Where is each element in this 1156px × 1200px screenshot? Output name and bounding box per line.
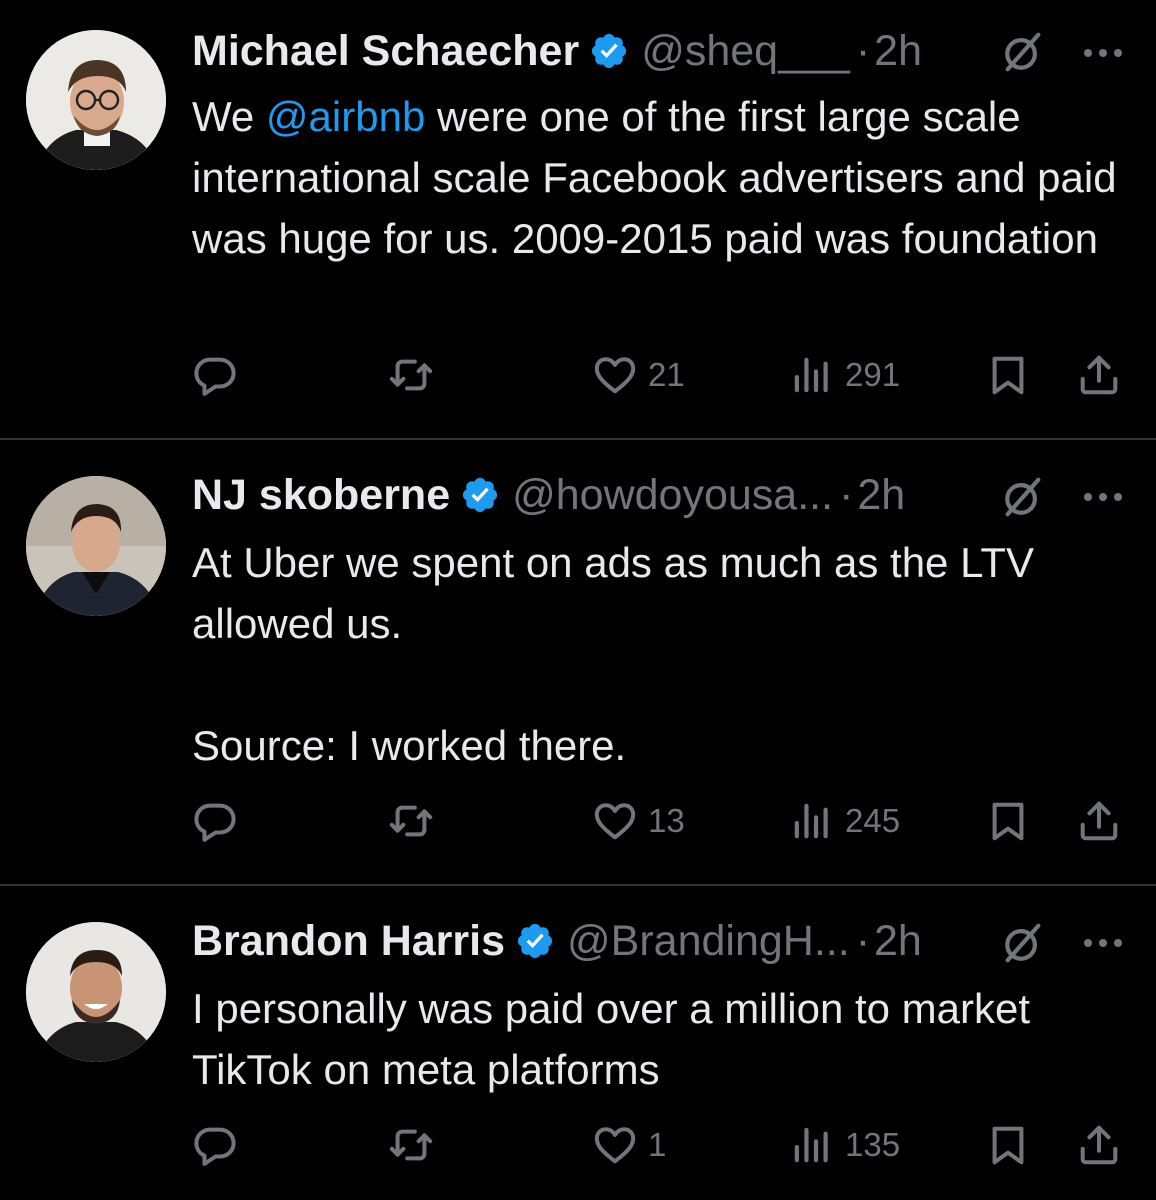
view-count: 135 xyxy=(845,1126,901,1163)
retweet-button[interactable] xyxy=(388,350,434,400)
tweet-header: NJ skoberne @howdoyousa... · 2h xyxy=(192,470,905,520)
reply-icon xyxy=(192,798,238,844)
like-icon xyxy=(592,352,638,398)
retweet-icon xyxy=(388,1122,434,1168)
share-button[interactable] xyxy=(1076,1120,1122,1170)
views-icon xyxy=(789,1122,835,1168)
text-prefix: We xyxy=(192,93,266,140)
separator: · xyxy=(855,27,871,75)
bookmark-button[interactable] xyxy=(985,350,1031,400)
bookmark-icon xyxy=(985,352,1031,398)
tweet-3[interactable]: Brandon Harris @BrandingH... · 2h I pers… xyxy=(0,886,1156,1200)
mention-link[interactable]: @airbnb xyxy=(266,93,425,140)
bookmark-button[interactable] xyxy=(985,796,1031,846)
retweet-icon xyxy=(388,798,434,844)
views-icon xyxy=(789,352,835,398)
action-bar: 21 291 xyxy=(0,350,1156,400)
reply-icon xyxy=(192,352,238,398)
handle[interactable]: @howdoyousa... xyxy=(512,470,833,520)
tweet-text: I personally was paid over a million to … xyxy=(192,985,1031,1093)
more-icon[interactable] xyxy=(1082,47,1124,59)
verified-badge-icon xyxy=(589,31,629,71)
share-button[interactable] xyxy=(1076,796,1122,846)
handle[interactable]: @sheq___ xyxy=(641,26,850,76)
display-name[interactable]: Brandon Harris xyxy=(192,916,505,966)
tweet-text: At Uber we spent on ads as much as the L… xyxy=(192,539,1034,769)
separator: · xyxy=(839,471,854,519)
reply-button[interactable] xyxy=(192,796,238,846)
tweet-header: Michael Schaecher @sheq___ · 2h xyxy=(192,26,922,76)
tweet-header: Brandon Harris @BrandingH... · 2h xyxy=(192,916,922,966)
grok-icon[interactable] xyxy=(1000,920,1046,966)
grok-icon[interactable] xyxy=(1000,474,1046,520)
share-icon xyxy=(1076,798,1122,844)
reply-button[interactable] xyxy=(192,1120,238,1170)
verified-badge-icon xyxy=(515,921,555,961)
view-count: 291 xyxy=(845,356,901,393)
retweet-button[interactable] xyxy=(388,796,434,846)
like-button[interactable]: 13 xyxy=(592,796,685,846)
timestamp[interactable]: 2h xyxy=(857,470,905,520)
verified-badge-icon xyxy=(460,475,500,515)
display-name[interactable]: NJ skoberne xyxy=(192,470,450,520)
avatar[interactable] xyxy=(26,922,166,1062)
action-bar: 13 245 xyxy=(0,796,1156,846)
tweet-text: We @airbnb were one of the first large s… xyxy=(192,86,1142,269)
tweet-2[interactable]: NJ skoberne @howdoyousa... · 2h At Uber … xyxy=(0,440,1156,884)
like-icon xyxy=(592,1122,638,1168)
separator: · xyxy=(855,917,871,965)
display-name[interactable]: Michael Schaecher xyxy=(192,26,579,76)
view-count: 245 xyxy=(845,802,901,839)
handle[interactable]: @BrandingH... xyxy=(567,916,850,966)
retweet-button[interactable] xyxy=(388,1120,434,1170)
like-count: 1 xyxy=(648,1126,667,1163)
like-button[interactable]: 21 xyxy=(592,350,685,400)
reply-button[interactable] xyxy=(192,350,238,400)
avatar[interactable] xyxy=(26,30,166,170)
bookmark-icon xyxy=(985,798,1031,844)
bookmark-icon xyxy=(985,1122,1031,1168)
timestamp[interactable]: 2h xyxy=(874,916,922,966)
action-bar: 1 135 xyxy=(0,1120,1156,1170)
retweet-icon xyxy=(388,352,434,398)
views-button[interactable]: 291 xyxy=(789,350,900,400)
reply-icon xyxy=(192,1122,238,1168)
tweet-1[interactable]: Michael Schaecher @sheq___ · 2h We @airb… xyxy=(0,0,1156,438)
avatar[interactable] xyxy=(26,476,166,616)
share-button[interactable] xyxy=(1076,350,1122,400)
timestamp[interactable]: 2h xyxy=(874,26,922,76)
like-count: 21 xyxy=(648,356,685,393)
views-button[interactable]: 245 xyxy=(789,796,900,846)
more-icon[interactable] xyxy=(1082,937,1124,949)
views-button[interactable]: 135 xyxy=(789,1120,900,1170)
share-icon xyxy=(1076,352,1122,398)
more-icon[interactable] xyxy=(1082,491,1124,503)
share-icon xyxy=(1076,1122,1122,1168)
like-icon xyxy=(592,798,638,844)
like-button[interactable]: 1 xyxy=(592,1120,666,1170)
bookmark-button[interactable] xyxy=(985,1120,1031,1170)
grok-icon[interactable] xyxy=(1000,29,1046,75)
like-count: 13 xyxy=(648,802,685,839)
views-icon xyxy=(789,798,835,844)
